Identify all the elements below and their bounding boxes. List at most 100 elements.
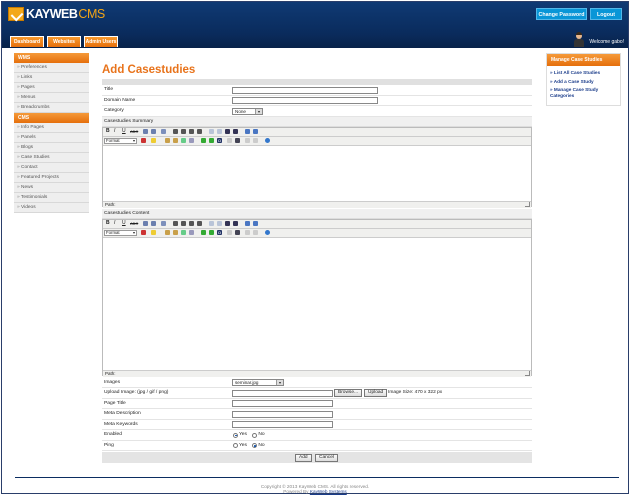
add-button[interactable]: Add [295, 453, 312, 462]
paste-icon[interactable] [165, 230, 170, 235]
paste-text-icon[interactable] [173, 138, 178, 143]
visual-aid-icon[interactable] [209, 230, 214, 235]
highlight-color-icon[interactable] [151, 138, 156, 143]
anchor-icon[interactable] [225, 129, 230, 134]
images-select[interactable]: seminar.jpg ▾ [232, 379, 284, 386]
sidebar-item-blogs[interactable]: Blogs [14, 143, 89, 153]
blockquote-icon[interactable] [161, 129, 166, 134]
ping-yes-radio[interactable] [233, 443, 238, 448]
brand-logo[interactable]: KAYWEBCMS [26, 7, 105, 21]
tab-websites[interactable]: Websites [47, 36, 81, 47]
align-right-icon[interactable] [189, 129, 194, 134]
sidebar-item-info-pages[interactable]: Info Pages [14, 123, 89, 133]
remove-format-icon[interactable] [227, 138, 232, 143]
align-left-icon[interactable] [173, 129, 178, 134]
text-color-icon[interactable] [141, 138, 146, 143]
sidebar-item-featured-projects[interactable]: Featured Projects [14, 173, 89, 183]
align-right-icon[interactable] [189, 221, 194, 226]
upload-file-input[interactable] [232, 389, 333, 397]
summary-text-area[interactable] [103, 145, 531, 201]
summary-editor[interactable]: B I U ABC Format ▾ Ω Path: [102, 126, 532, 208]
sidebar-item-links[interactable]: Links [14, 73, 89, 83]
italic-icon[interactable]: I [114, 129, 119, 134]
tab-admin-users[interactable]: Admin Users [84, 36, 118, 47]
horizontal-rule-icon[interactable] [253, 221, 258, 226]
visual-aid-icon[interactable] [209, 138, 214, 143]
sidebar-item-contact[interactable]: Contact [14, 163, 89, 173]
highlight-color-icon[interactable] [151, 230, 156, 235]
title-input[interactable] [232, 86, 378, 94]
link-icon[interactable] [209, 129, 214, 134]
enabled-yes-radio[interactable] [233, 432, 238, 438]
enabled-no-radio[interactable] [252, 432, 258, 438]
strikethrough-icon[interactable]: ABC [130, 129, 138, 134]
undo-icon[interactable] [245, 138, 250, 143]
code-icon[interactable] [235, 230, 240, 235]
numbered-list-icon[interactable] [151, 129, 156, 134]
underline-icon[interactable]: U [122, 221, 127, 226]
redo-icon[interactable] [253, 138, 258, 143]
add-case-study-link[interactable]: Add a Case Study [547, 79, 620, 85]
select-all-icon[interactable] [189, 230, 194, 235]
logout-button[interactable]: Logout [590, 8, 622, 20]
sidebar-item-testimonials[interactable]: Testimonials [14, 193, 89, 203]
change-password-button[interactable]: Change Password [536, 8, 587, 20]
sidebar-item-news[interactable]: News [14, 183, 89, 193]
paste-word-icon[interactable] [181, 138, 186, 143]
list-case-studies-link[interactable]: List All Case Studies [547, 70, 620, 76]
help-icon[interactable] [265, 230, 270, 235]
table-icon[interactable] [201, 230, 206, 235]
manage-categories-link[interactable]: Manage Case Study Categories [547, 87, 620, 98]
content-editor[interactable]: B I U ABC Format ▾ Ω Path: [102, 218, 532, 377]
footer-powered-link[interactable]: KayWeb Systems [310, 489, 347, 494]
paste-word-icon[interactable] [181, 230, 186, 235]
numbered-list-icon[interactable] [151, 221, 156, 226]
image-icon[interactable] [233, 129, 238, 134]
underline-icon[interactable]: U [122, 129, 127, 134]
sidebar-item-videos[interactable]: Videos [14, 203, 89, 213]
category-select[interactable]: None ▾ [232, 107, 263, 115]
horizontal-rule-icon[interactable] [253, 129, 258, 134]
special-char-icon[interactable]: Ω [217, 230, 222, 235]
paste-icon[interactable] [165, 138, 170, 143]
undo-icon[interactable] [245, 230, 250, 235]
unlink-icon[interactable] [217, 221, 222, 226]
link-icon[interactable] [209, 221, 214, 226]
help-icon[interactable] [265, 138, 270, 143]
blockquote-icon[interactable] [161, 221, 166, 226]
anchor-icon[interactable] [225, 221, 230, 226]
format-select[interactable]: Format [104, 138, 137, 144]
sidebar-item-case-studies[interactable]: Case Studies [14, 153, 89, 163]
table-icon[interactable] [201, 138, 206, 143]
align-justify-icon[interactable] [197, 129, 202, 134]
sidebar-item-menus[interactable]: Menus [14, 93, 89, 103]
ping-no-radio[interactable] [252, 443, 258, 448]
sidebar-item-pages[interactable]: Pages [14, 83, 89, 93]
unlink-icon[interactable] [217, 129, 222, 134]
bullet-list-icon[interactable] [143, 129, 148, 134]
page-title-input[interactable] [232, 400, 333, 407]
text-color-icon[interactable] [141, 230, 146, 235]
format-select[interactable]: Format [104, 230, 137, 236]
bullet-list-icon[interactable] [143, 221, 148, 226]
image-icon[interactable] [233, 221, 238, 226]
sidebar-item-breadcrumbs[interactable]: Breadcrumbs [14, 103, 89, 113]
meta-keywords-input[interactable] [232, 421, 333, 428]
italic-icon[interactable]: I [114, 221, 119, 226]
browse-button[interactable]: Browse... [334, 389, 362, 397]
meta-description-input[interactable] [232, 410, 333, 418]
sidebar-item-preferences[interactable]: Preferences [14, 63, 89, 73]
upload-button[interactable]: Upload [364, 389, 388, 397]
cleanup-icon[interactable] [245, 221, 250, 226]
bold-icon[interactable]: B [106, 129, 111, 134]
special-char-icon[interactable]: Ω [217, 138, 222, 143]
domain-input[interactable] [232, 97, 378, 104]
align-center-icon[interactable] [181, 221, 186, 226]
code-icon[interactable] [235, 138, 240, 143]
remove-format-icon[interactable] [227, 230, 232, 235]
align-left-icon[interactable] [173, 221, 178, 226]
cancel-button[interactable]: Cancel [315, 453, 338, 462]
content-text-area[interactable] [103, 237, 531, 370]
tab-dashboard[interactable]: Dashboard [10, 36, 44, 47]
align-justify-icon[interactable] [197, 221, 202, 226]
